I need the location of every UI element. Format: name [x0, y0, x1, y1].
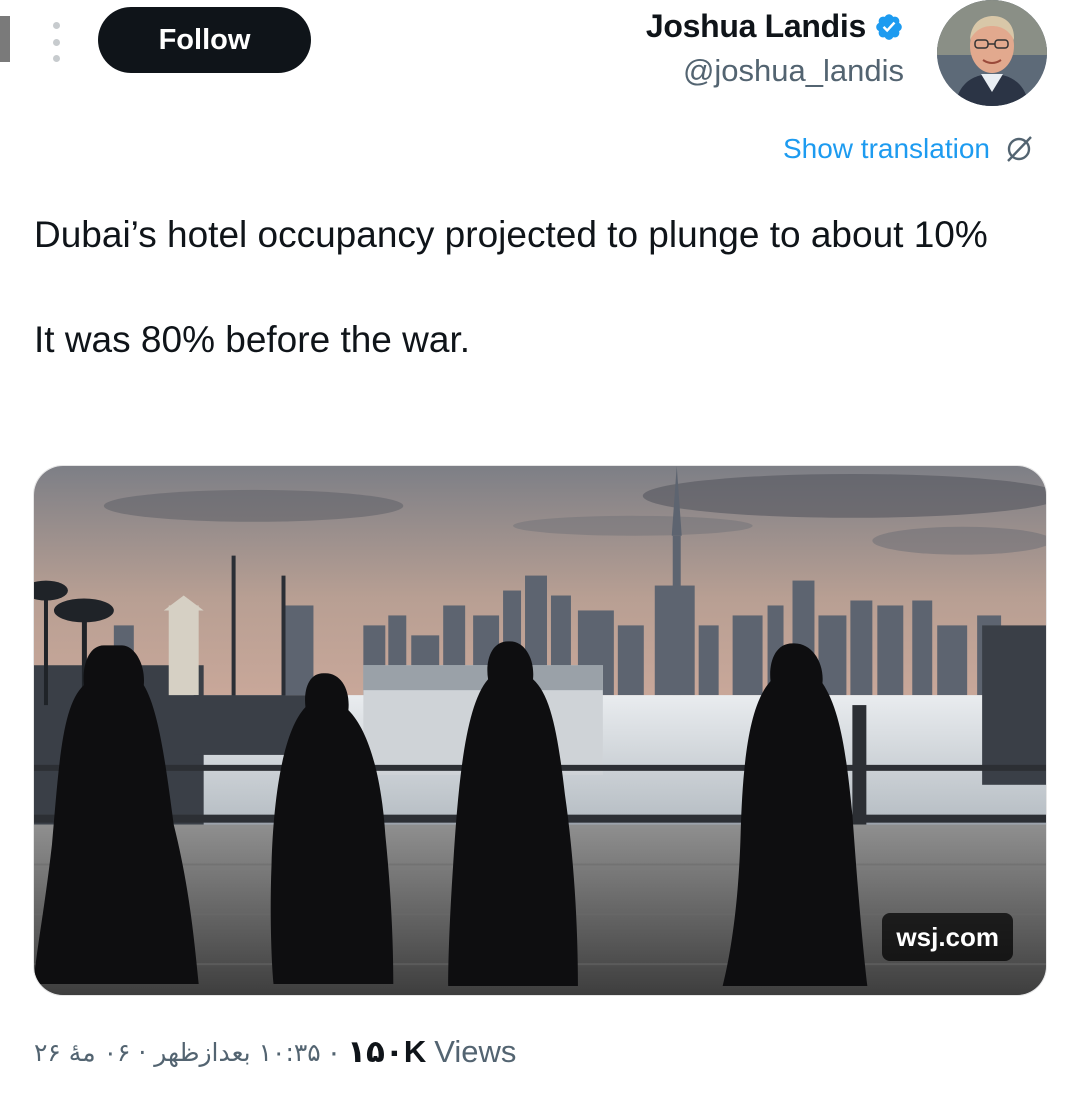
scroll-edge-marker	[0, 16, 10, 62]
translation-row[interactable]: Show translation	[783, 133, 1034, 165]
avatar[interactable]	[937, 0, 1047, 106]
tweet-text: Dubai’s hotel occupancy projected to plu…	[34, 208, 1044, 366]
show-translation-link[interactable]: Show translation	[783, 133, 990, 165]
tweet-paragraph: It was 80% before the war.	[34, 319, 471, 360]
tweet-paragraph: Dubai’s hotel occupancy projected to plu…	[34, 214, 988, 255]
source-domain-badge[interactable]: wsj.com	[882, 913, 1013, 961]
tweet-metadata: ۱۰:۳۵ بعدازظهر · ۰۶ مهٔ ۲۶ · ۱۵۰K Views	[34, 1034, 516, 1070]
timestamp[interactable]: ۱۰:۳۵ بعدازظهر · ۰۶ مهٔ ۲۶	[34, 1038, 321, 1067]
views-label: Views	[434, 1034, 517, 1069]
follow-button[interactable]: Follow	[98, 7, 311, 73]
meta-separator: ·	[328, 1034, 340, 1069]
more-options-icon[interactable]	[50, 22, 62, 62]
author-block[interactable]: Joshua Landis @joshua_landis	[646, 8, 904, 89]
verified-badge-icon[interactable]	[874, 12, 904, 42]
tweet-page: Follow Joshua Landis @joshua_landis Show…	[0, 0, 1080, 1096]
link-card-image[interactable]: wsj.com	[33, 465, 1047, 996]
views-count[interactable]: ۱۵۰K	[347, 1034, 426, 1070]
author-name[interactable]: Joshua Landis	[646, 8, 866, 45]
author-handle[interactable]: @joshua_landis	[646, 53, 904, 89]
hide-translation-icon[interactable]	[1004, 134, 1034, 164]
